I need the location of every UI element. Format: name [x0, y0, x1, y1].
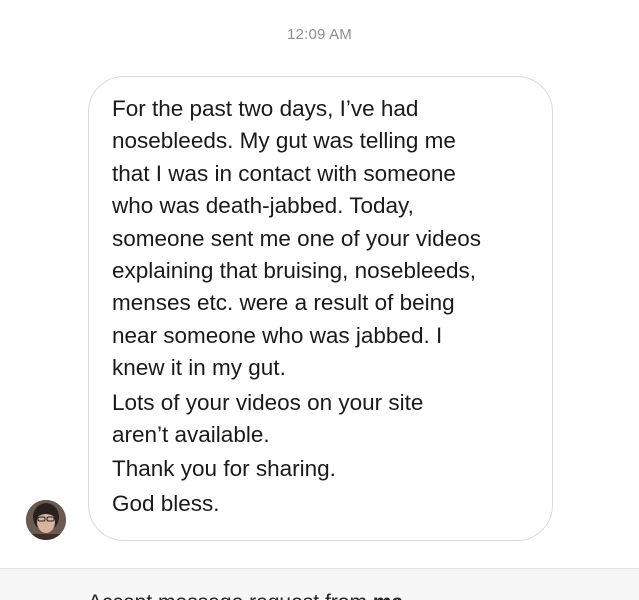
message-paragraph: Thank you for sharing. — [112, 456, 336, 482]
message-bubble[interactable]: For the past two days, I’ve had noseblee… — [88, 76, 553, 541]
message-request-footer: Accept message request from ma.... — [0, 568, 639, 600]
message-timestamp: 12:09 AM — [287, 26, 352, 43]
sender-avatar[interactable] — [26, 500, 66, 540]
message-paragraph: For the past two days, I’ve had noseblee… — [112, 96, 481, 381]
message-paragraph: Lots of your videos on your site aren’t … — [112, 389, 424, 448]
user-avatar-icon — [26, 500, 66, 540]
accept-request-prompt: Accept message request from ma.... — [88, 591, 427, 600]
message-paragraph: God bless. — [112, 490, 220, 516]
